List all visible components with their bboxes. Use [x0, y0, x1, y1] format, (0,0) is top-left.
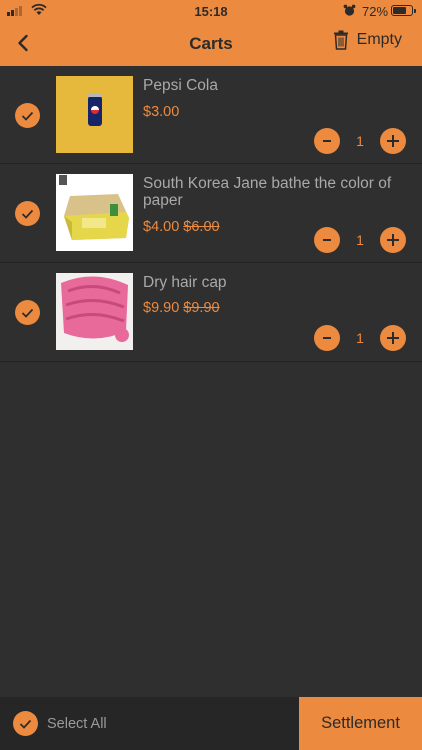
quantity-stepper: 1 [314, 227, 406, 253]
header-bar: 15:18 72% Carts Empty [0, 0, 422, 66]
product-price: $3.00 [143, 104, 180, 120]
quantity-value: 1 [356, 232, 364, 248]
item-select-checkbox[interactable] [15, 201, 40, 226]
cart-item: South Korea Jane bathe the color of pape… [0, 164, 422, 263]
product-image-hair-cap[interactable] [56, 273, 133, 350]
cart-footer: Select All Settlement [0, 697, 422, 750]
checkmark-icon [19, 719, 32, 729]
increase-quantity-button[interactable] [380, 325, 406, 351]
product-price: $9.90 [143, 300, 180, 316]
select-all-toggle[interactable]: Select All [13, 711, 107, 736]
product-price: $4.00 [143, 219, 180, 235]
battery-icon [391, 5, 416, 16]
select-all-checkbox[interactable] [13, 711, 38, 736]
checkmark-icon [21, 308, 34, 318]
settlement-button[interactable]: Settlement [299, 697, 422, 750]
status-bar: 15:18 72% [0, 0, 422, 22]
battery-percentage: 72% [362, 4, 389, 19]
minus-icon [323, 239, 331, 241]
decrease-quantity-button[interactable] [314, 227, 340, 253]
navigation-bar: Carts Empty [0, 22, 422, 66]
select-all-label: Select All [47, 715, 107, 732]
product-name[interactable]: Pepsi Cola [143, 77, 413, 94]
empty-cart-button[interactable]: Empty [333, 30, 402, 50]
price-group: $9.90 $9.90 [143, 300, 220, 316]
increase-quantity-button[interactable] [380, 128, 406, 154]
quantity-value: 1 [356, 330, 364, 346]
status-time: 15:18 [194, 4, 228, 19]
minus-icon [323, 337, 331, 339]
decrease-quantity-button[interactable] [314, 128, 340, 154]
product-image-pepsi[interactable] [56, 76, 133, 153]
plus-icon [387, 135, 399, 147]
cart-list: Pepsi Cola $3.00 1 South Korea Jane bath… [0, 66, 422, 362]
quantity-stepper: 1 [314, 325, 406, 351]
original-price: $9.90 [183, 300, 220, 316]
item-select-checkbox[interactable] [15, 103, 40, 128]
trash-icon [333, 30, 348, 50]
product-image-tissue[interactable] [56, 174, 133, 251]
quantity-value: 1 [356, 133, 364, 149]
plus-icon [387, 234, 399, 246]
alarm-clock-icon [343, 4, 356, 16]
product-name[interactable]: South Korea Jane bathe the color of pape… [143, 175, 413, 209]
price-group: $4.00 $6.00 [143, 219, 220, 235]
cart-item: Dry hair cap $9.90 $9.90 1 [0, 263, 422, 362]
quantity-stepper: 1 [314, 128, 406, 154]
cart-item: Pepsi Cola $3.00 1 [0, 66, 422, 164]
product-name[interactable]: Dry hair cap [143, 274, 413, 291]
item-select-checkbox[interactable] [15, 300, 40, 325]
checkmark-icon [21, 111, 34, 121]
original-price: $6.00 [183, 219, 220, 235]
price-group: $3.00 [143, 104, 179, 120]
decrease-quantity-button[interactable] [314, 325, 340, 351]
checkmark-icon [21, 209, 34, 219]
empty-label: Empty [356, 31, 402, 48]
increase-quantity-button[interactable] [380, 227, 406, 253]
minus-icon [323, 140, 331, 142]
plus-icon [387, 332, 399, 344]
